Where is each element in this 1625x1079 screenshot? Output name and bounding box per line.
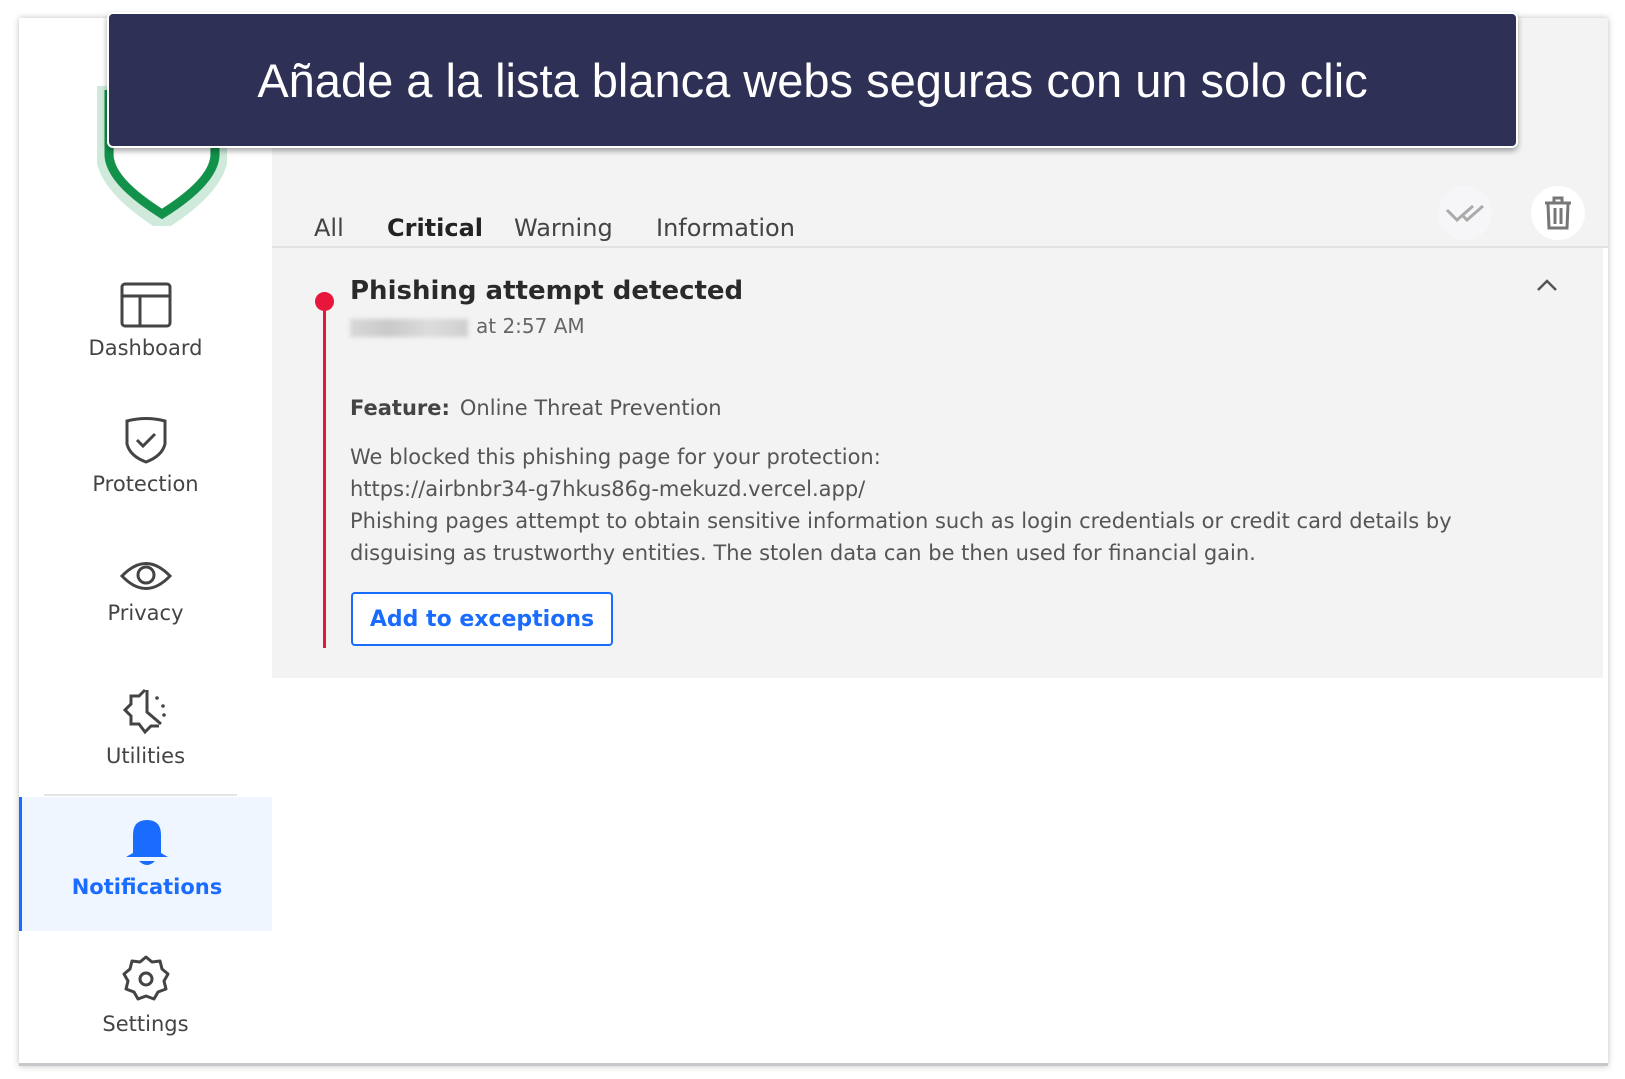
sidebar-divider <box>44 794 237 796</box>
tab-all[interactable]: All <box>314 214 344 242</box>
utilities-icon <box>122 688 166 735</box>
desc-line: Phishing pages attempt to obtain sensiti… <box>350 509 1452 565</box>
notification-description: We blocked this phishing page for your p… <box>350 441 1520 569</box>
notification-title: Phishing attempt detected <box>350 276 744 306</box>
tab-information[interactable]: Information <box>656 214 795 242</box>
tab-critical[interactable]: Critical <box>387 214 483 242</box>
time-text: at 2:57 AM <box>476 314 585 338</box>
feature-row: Feature: Online Threat Prevention <box>350 396 722 420</box>
dashboard-icon <box>120 282 171 328</box>
sidebar-item-privacy[interactable]: Privacy <box>19 559 272 625</box>
sidebar-item-settings[interactable]: Settings <box>19 954 272 1036</box>
notification-time: at 2:57 AM <box>350 314 585 338</box>
sidebar-item-dashboard[interactable]: Dashboard <box>19 282 272 360</box>
sidebar-item-notifications[interactable]: Notifications <box>19 797 272 931</box>
severity-line <box>323 300 326 648</box>
gear-icon <box>122 955 169 1001</box>
severity-dot <box>315 292 334 311</box>
blocked-url: https://airbnbr34-g7hkus86g-mekuzd.verce… <box>350 477 866 501</box>
redacted-date <box>350 318 468 337</box>
mark-all-read-button[interactable] <box>1438 186 1492 240</box>
feature-label: Feature: <box>350 396 450 420</box>
tab-warning[interactable]: Warning <box>514 214 613 242</box>
sidebar-item-label: Protection <box>92 472 199 496</box>
trash-icon <box>1545 196 1571 230</box>
sidebar-item-label: Dashboard <box>88 336 203 360</box>
bell-icon <box>126 820 168 865</box>
sidebar-item-utilities[interactable]: Utilities <box>19 686 272 768</box>
sidebar-item-protection[interactable]: Protection <box>19 416 272 496</box>
feature-value: Online Threat Prevention <box>459 396 722 420</box>
sidebar-item-label: Settings <box>102 1012 189 1036</box>
sidebar: Dashboard Protection Privacy Utilities N… <box>19 18 273 1063</box>
notification-card: Phishing attempt detected at 2:57 AM Fea… <box>272 248 1603 678</box>
desc-line: We blocked this phishing page for your p… <box>350 445 881 469</box>
double-check-icon <box>1445 204 1484 223</box>
sidebar-item-label: Notifications <box>71 875 223 899</box>
sidebar-item-label: Privacy <box>107 601 184 625</box>
eye-icon <box>119 562 172 590</box>
add-to-exceptions-button[interactable]: Add to exceptions <box>351 592 613 646</box>
sidebar-item-label: Utilities <box>105 744 186 768</box>
shield-check-icon <box>125 417 166 464</box>
notifications-panel: All Critical Warning Information Phishin… <box>272 18 1608 1063</box>
chevron-up-icon[interactable] <box>1536 278 1558 292</box>
delete-all-button[interactable] <box>1531 186 1585 240</box>
caption-banner: Añade a la lista blanca webs seguras con… <box>107 12 1518 148</box>
